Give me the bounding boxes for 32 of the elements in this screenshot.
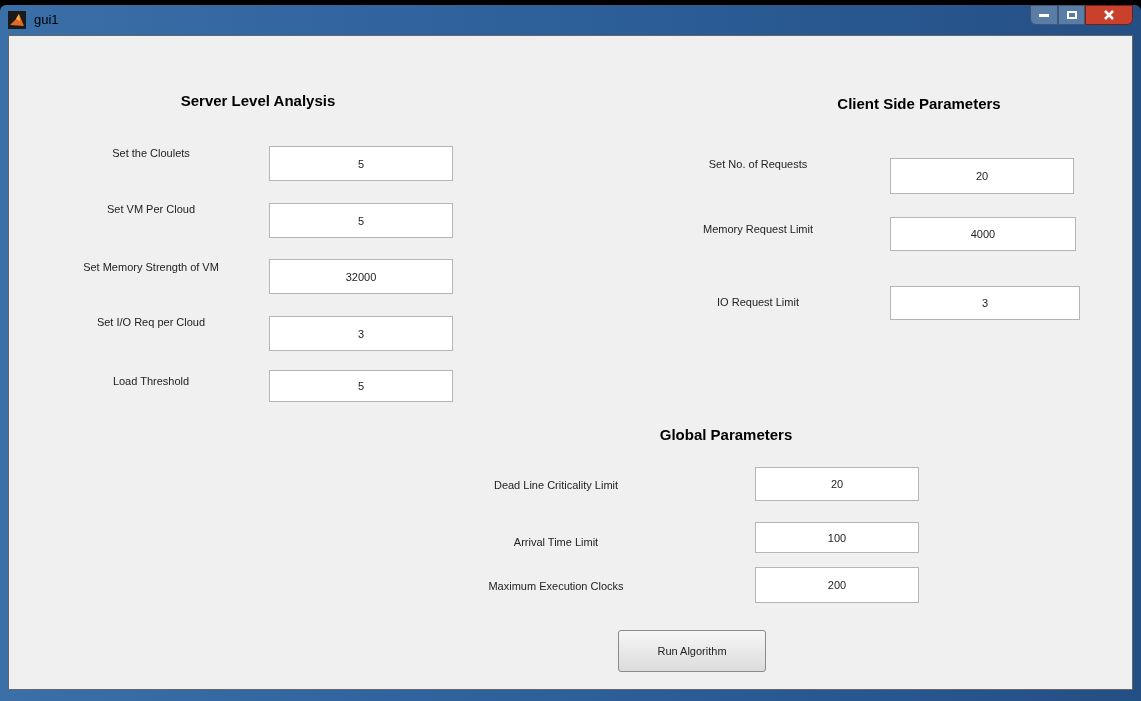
input-field[interactable]: 100 [755,522,919,553]
field-label: Set Memory Strength of VM [83,259,219,275]
minimize-button[interactable] [1030,5,1058,25]
input-field[interactable]: 3 [890,286,1080,320]
app-icon [8,11,26,29]
input-field[interactable]: 32000 [269,259,453,294]
field-label: Dead Line Criticality Limit [493,477,619,493]
field-label: Maximum Execution Clocks [488,578,624,594]
field-label: Set VM Per Cloud [107,201,195,217]
field-label: Arrival Time Limit [513,534,599,550]
section-title: Global Parameters [659,424,793,445]
input-field[interactable]: 3 [269,316,453,351]
section-title: Server Level Analysis [180,90,336,111]
close-button[interactable] [1085,5,1133,25]
input-field[interactable]: 200 [755,567,919,603]
field-label: Set I/O Req per Cloud [96,314,206,330]
section-title: Client Side Parameters [837,93,1001,114]
input-field[interactable]: 20 [755,467,919,501]
field-label: IO Request Limit [717,294,799,310]
window-title: gui1 [34,11,59,30]
input-field[interactable]: 5 [269,203,453,238]
maximize-button[interactable] [1058,5,1085,25]
field-label: Memory Request Limit [703,221,813,237]
input-field[interactable]: 5 [269,146,453,181]
field-label: Set the Cloulets [112,145,190,161]
field-label: Set No. of Requests [708,156,808,172]
input-field[interactable]: 20 [890,158,1074,194]
input-field[interactable]: 5 [269,370,453,402]
field-label: Load Threshold [112,373,190,389]
input-field[interactable]: 4000 [890,217,1076,251]
close-icon [1104,10,1114,20]
run-algorithm-button[interactable]: Run Algorithm [618,630,766,672]
